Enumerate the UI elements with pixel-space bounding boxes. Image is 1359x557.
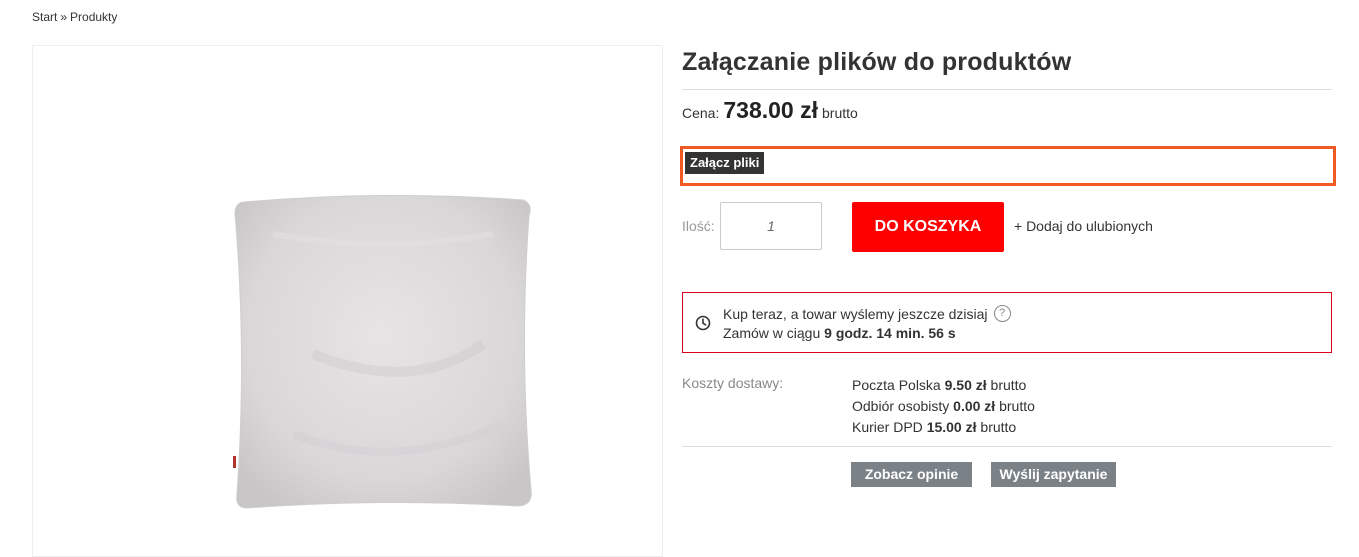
delivery-divider xyxy=(682,446,1332,447)
add-to-cart-button[interactable]: DO KOSZYKA xyxy=(852,202,1004,252)
delivery-costs-label: Koszty dostawy: xyxy=(682,375,784,391)
send-inquiry-button[interactable]: Wyślij zapytanie xyxy=(991,462,1116,487)
countdown-prefix: Zamów w ciągu xyxy=(723,325,821,341)
attach-files-section: Załącz pliki xyxy=(680,146,1336,186)
question-icon[interactable]: ? xyxy=(993,305,1011,322)
delivery-options-list: Poczta Polska 9.50 zł brutto Odbiór osob… xyxy=(852,375,1035,438)
price-suffix: brutto xyxy=(822,105,858,121)
breadcrumb-separator: » xyxy=(60,10,68,24)
price-value: 738.00 zł xyxy=(723,97,818,123)
breadcrumb-produkty[interactable]: Produkty xyxy=(70,10,117,24)
product-image-container[interactable] xyxy=(32,45,663,557)
shipping-line-1: Kup teraz, a towar wyślemy jeszcze dzisi… xyxy=(723,305,1011,322)
delivery-option-poczta-polska: Poczta Polska 9.50 zł brutto xyxy=(852,377,1027,393)
shipping-line-2: Zamów w ciągu 9 godz. 14 min. 56 s xyxy=(723,325,956,341)
title-divider xyxy=(682,89,1332,90)
clock-icon xyxy=(695,315,711,331)
shipping-notice: Kup teraz, a towar wyślemy jeszcze dzisi… xyxy=(682,292,1332,353)
breadcrumb: Start» Produkty xyxy=(32,10,117,24)
quantity-input[interactable] xyxy=(720,202,822,250)
see-opinions-button[interactable]: Zobacz opinie xyxy=(851,462,972,487)
attach-files-button[interactable]: Załącz pliki xyxy=(685,152,765,174)
product-title: Załączanie plików do produktów xyxy=(682,48,1072,76)
quantity-label: Ilość: xyxy=(682,218,715,234)
price-row: Cena: 738.00 zł brutto xyxy=(682,97,858,127)
add-to-favorites-link[interactable]: + Dodaj do ulubionych xyxy=(1014,218,1153,234)
delivery-option-kurier-dpd: Kurier DPD 15.00 zł brutto xyxy=(852,419,1017,435)
price-label: Cena: xyxy=(682,105,720,121)
product-image xyxy=(233,194,532,509)
countdown-timer: 9 godz. 14 min. 56 s xyxy=(824,325,956,341)
shipping-today-text: Kup teraz, a towar wyślemy jeszcze dzisi… xyxy=(723,305,988,322)
breadcrumb-start[interactable]: Start xyxy=(32,10,57,24)
delivery-option-odbior-osobisty: Odbiór osobisty 0.00 zł brutto xyxy=(852,398,1035,414)
